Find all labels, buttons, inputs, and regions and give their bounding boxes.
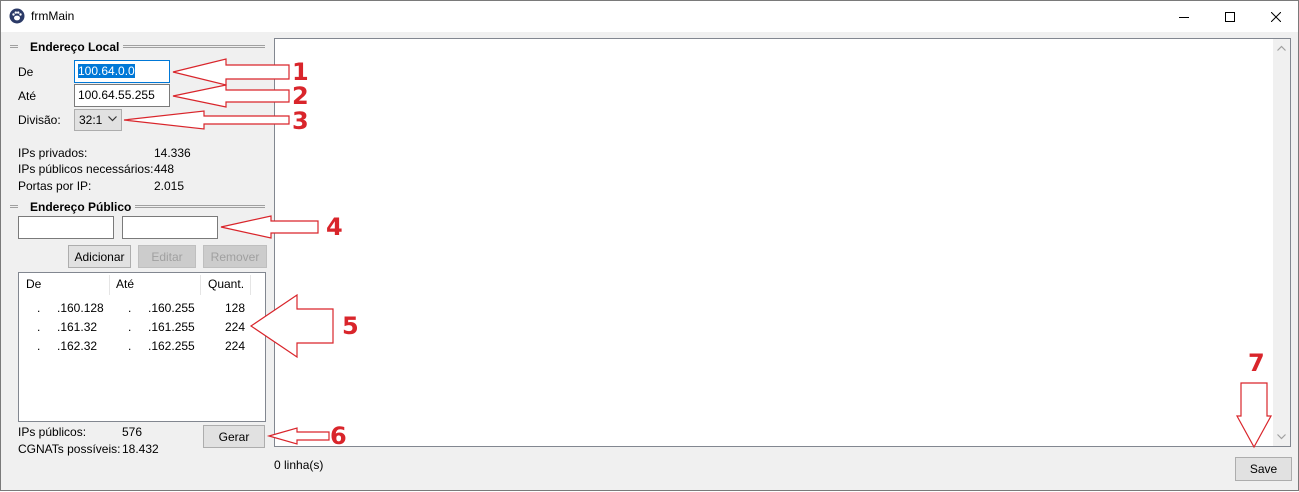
annotation-2: 2 <box>292 82 309 110</box>
arrow-2-icon <box>172 84 290 108</box>
arrow-6-icon <box>266 427 330 445</box>
annotation-arrows <box>123 58 1273 449</box>
main-window: frmMain Endereço Local De 100.64.0.0 Até… <box>0 0 1299 491</box>
annotation-7: 7 <box>1248 349 1265 377</box>
arrow-7-icon <box>1235 382 1273 449</box>
annotation-6: 6 <box>330 422 347 450</box>
arrow-4-icon <box>220 215 319 239</box>
annotation-3: 3 <box>292 107 309 135</box>
arrow-5-icon <box>249 293 334 359</box>
annotation-5: 5 <box>342 312 359 340</box>
arrow-3-icon <box>123 110 290 130</box>
annotation-4: 4 <box>326 213 343 241</box>
arrow-1-icon <box>172 58 290 86</box>
